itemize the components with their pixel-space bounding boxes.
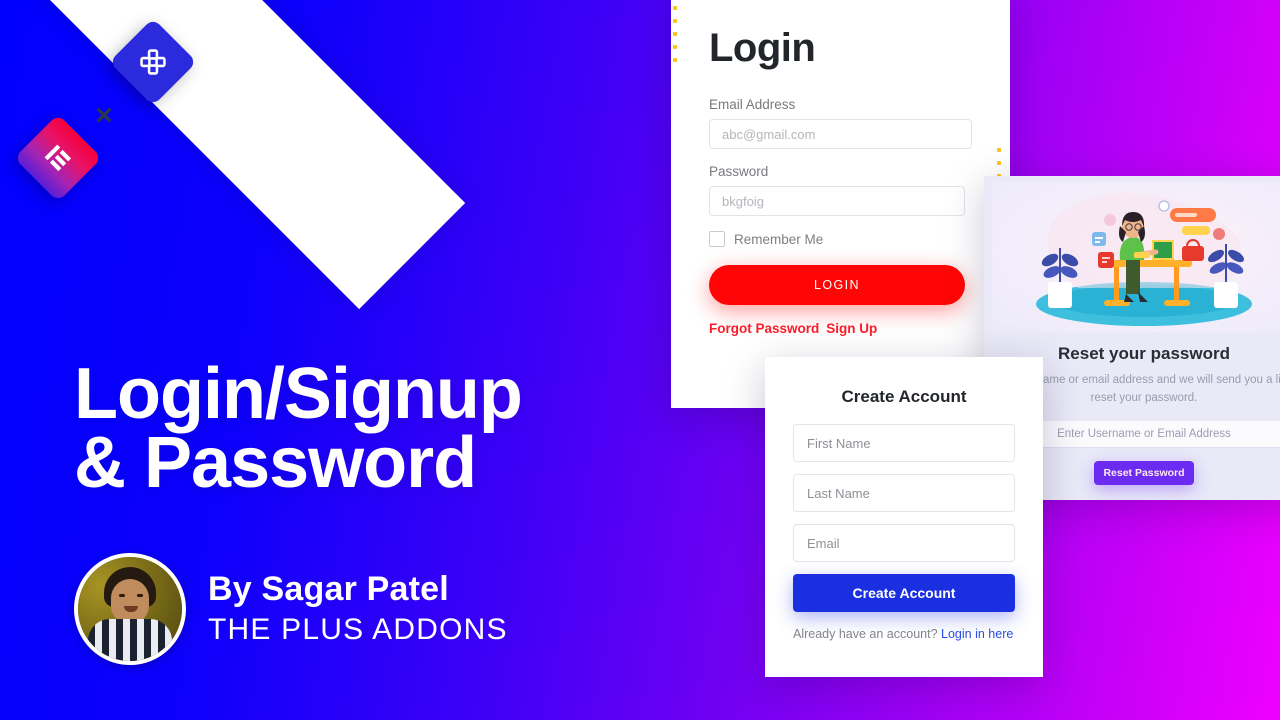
login-button[interactable]: LOGIN xyxy=(709,265,965,305)
email-input[interactable]: Email xyxy=(793,524,1015,562)
headline-line-2: & Password xyxy=(74,423,477,504)
illustration-svg xyxy=(1036,192,1252,326)
remember-me-checkbox[interactable] xyxy=(709,231,725,247)
email-input[interactable]: abc@gmail.com xyxy=(709,119,972,149)
author-name: By Sagar Patel xyxy=(208,570,449,609)
plus-addons-knot-glyph xyxy=(140,49,166,75)
woman-at-desk-illustration-icon xyxy=(992,182,1280,332)
sign-up-link[interactable]: Sign Up xyxy=(826,321,877,336)
remember-me-row[interactable]: Remember Me xyxy=(709,231,972,247)
login-prompt-text: Already have an account? xyxy=(793,627,938,641)
page-title: Login/Signup & Password xyxy=(74,358,694,504)
login-here-link[interactable]: Login in here xyxy=(941,627,1013,641)
email-label: Email Address xyxy=(709,97,796,112)
reset-password-button[interactable]: Reset Password xyxy=(1094,460,1194,485)
create-account-button[interactable]: Create Account xyxy=(793,574,1015,612)
first-name-input[interactable]: First Name xyxy=(793,424,1015,462)
remember-me-label: Remember Me xyxy=(734,231,824,247)
elementor-e-glyph xyxy=(44,144,72,172)
password-label: Password xyxy=(709,164,769,179)
login-title: Login xyxy=(709,26,816,70)
login-prompt: Already have an account? Login in here xyxy=(793,627,1015,641)
login-card: Login Email Address abc@gmail.com Passwo… xyxy=(671,0,1010,408)
promo-thumbnail: × Login/Signup & Password By Sagar Patel… xyxy=(0,0,1280,720)
forgot-password-link[interactable]: Forgot Password xyxy=(709,321,819,336)
headline-line-1: Login/Signup xyxy=(74,354,523,434)
dot-decoration-left xyxy=(673,6,678,71)
times-symbol-icon: × xyxy=(95,99,113,132)
password-input[interactable]: bkgfoig xyxy=(709,186,965,216)
create-account-card: Create Account First Name Last Name Emai… xyxy=(765,357,1043,677)
avatar xyxy=(74,553,186,665)
login-links: Forgot Password Sign Up xyxy=(709,321,972,336)
last-name-input[interactable]: Last Name xyxy=(793,474,1015,512)
create-account-title: Create Account xyxy=(841,387,967,406)
author-block: By Sagar Patel THE PLUS ADDONS xyxy=(74,553,508,665)
brand-name: THE PLUS ADDONS xyxy=(208,612,508,646)
